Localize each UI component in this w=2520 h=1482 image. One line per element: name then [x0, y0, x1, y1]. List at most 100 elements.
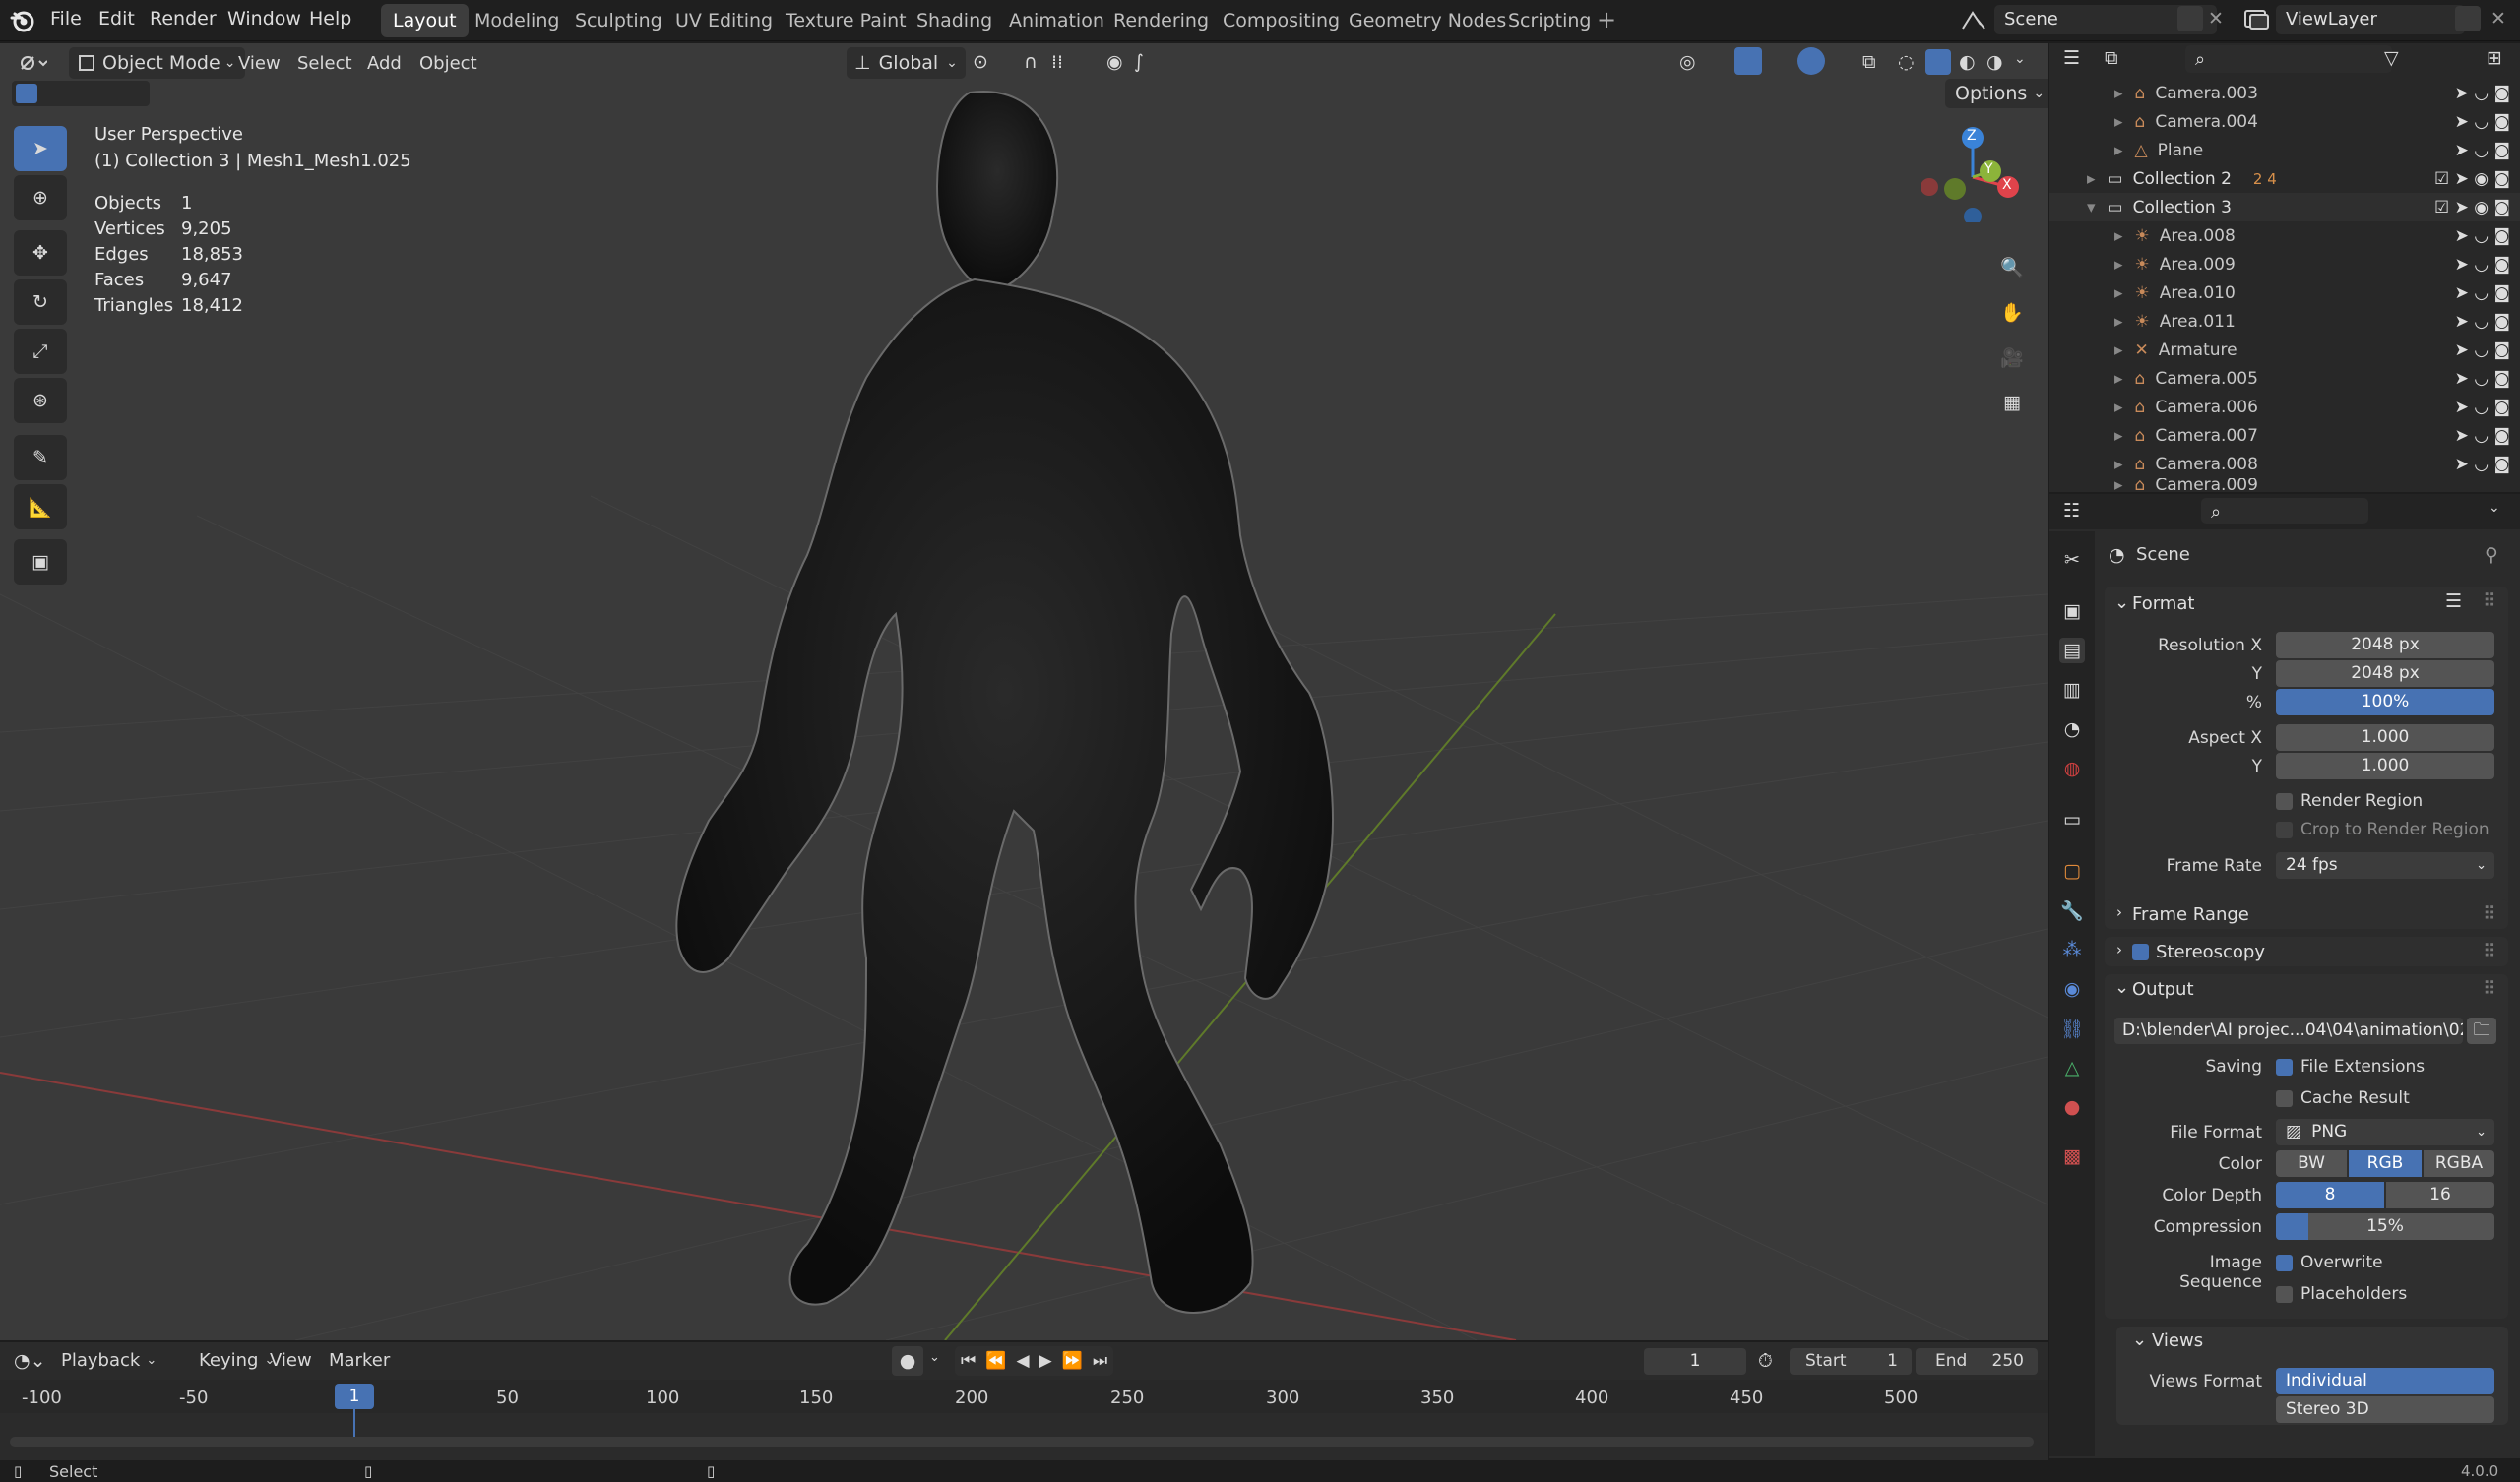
drag-handle-icon[interactable]: ⠿ [2483, 941, 2496, 962]
select-tool-button[interactable]: ➤ [14, 126, 67, 171]
resolution-x-field[interactable]: 2048 px [2276, 632, 2494, 658]
tab-scripting[interactable]: Scripting [1496, 4, 1604, 37]
tab-rendering[interactable]: Rendering [1102, 4, 1221, 37]
blender-logo-icon[interactable] [10, 8, 35, 38]
tab-uv-editing[interactable]: UV Editing [663, 4, 785, 37]
material-tab-icon[interactable]: ● [2059, 1094, 2085, 1120]
folder-icon[interactable]: 🗀 [2467, 1018, 2496, 1044]
overlays-toggle-icon[interactable] [1797, 47, 1825, 75]
stereoscopy-checkbox[interactable] [2132, 944, 2149, 960]
expand-arrow-icon[interactable]: ▸ [2114, 283, 2123, 303]
drag-handle-icon[interactable]: ⠿ [2483, 590, 2496, 612]
scale-tool-button[interactable]: ⤢ [14, 329, 67, 374]
tab-layout[interactable]: Layout [381, 4, 469, 37]
constraints-tab-icon[interactable]: ⛓ [2059, 1016, 2085, 1041]
visibility-toggles[interactable]: ☑ ➤ ◉ ◙ [2434, 198, 2510, 217]
outliner-row[interactable]: ▸ ▭ Collection 2 2 4 ☑ ➤ ◉ ◙ [2049, 164, 2520, 193]
play-reverse-icon[interactable]: ◀ [1016, 1351, 1029, 1371]
playhead[interactable]: 1 [335, 1384, 374, 1409]
menu-file[interactable]: File [50, 8, 82, 30]
play-icon[interactable]: ▶ [1040, 1351, 1052, 1371]
marker-menu[interactable]: Marker [329, 1350, 390, 1371]
output-path-input[interactable]: D:\blender\AI projec...04\04\animation\0… [2114, 1018, 2463, 1044]
outliner-row[interactable]: ▸ ⌂ Camera.007 ➤ ◡ ◙ [2049, 421, 2520, 450]
snap-icon[interactable]: ∩ [1024, 51, 1038, 73]
chevron-down-icon[interactable]: ⌄ [2114, 592, 2129, 613]
object-tab-icon[interactable]: ▢ [2059, 858, 2085, 884]
tab-sculpting[interactable]: Sculpting [563, 4, 674, 37]
options-dropdown[interactable]: Options ⌄ [1945, 79, 2048, 108]
physics-tab-icon[interactable]: ◉ [2059, 976, 2085, 1002]
tab-geometry-nodes[interactable]: Geometry Nodes [1337, 4, 1518, 37]
views-panel-header[interactable]: Views [2152, 1330, 2203, 1351]
aspect-y-field[interactable]: 1.000 [2276, 753, 2494, 779]
menu-window[interactable]: Window [227, 8, 301, 30]
chevron-right-icon[interactable]: › [2116, 903, 2122, 921]
particles-tab-icon[interactable]: ⁂ [2059, 937, 2085, 962]
end-frame-field[interactable]: End 250 [1916, 1348, 2038, 1375]
crop-region-checkbox[interactable]: Crop to Render Region [2276, 820, 2489, 839]
start-frame-field[interactable]: Start 1 [1790, 1348, 1912, 1375]
color-rgb-button[interactable]: RGB [2349, 1150, 2422, 1177]
outliner-row[interactable]: ▸ ☀ Area.008 ➤ ◡ ◙ [2049, 221, 2520, 250]
overwrite-checkbox[interactable]: Overwrite [2276, 1253, 2383, 1272]
tab-animation[interactable]: Animation [997, 4, 1116, 37]
data-tab-icon[interactable]: △ [2059, 1055, 2085, 1081]
filter-funnel-icon[interactable]: ▽ [2384, 47, 2399, 69]
outliner-row[interactable]: ▸ ✕ Armature ➤ ◡ ◙ [2049, 336, 2520, 364]
presets-list-icon[interactable]: ☰ [2445, 590, 2462, 612]
visibility-toggles[interactable]: ➤ ◡ ◙ [2455, 255, 2510, 275]
visibility-toggles[interactable]: ➤ ◡ ◙ [2455, 340, 2510, 360]
outliner-row[interactable]: ▸ ☀ Area.009 ➤ ◡ ◙ [2049, 250, 2520, 278]
shading-options-chevron-icon[interactable]: ⌄ [2014, 51, 2026, 67]
expand-arrow-icon[interactable]: ▸ [2114, 398, 2123, 417]
cursor-tool-button[interactable]: ⊕ [14, 175, 67, 220]
tab-compositing[interactable]: Compositing [1211, 4, 1352, 37]
keying-menu[interactable]: Keying ⌄ [199, 1350, 275, 1371]
tab-modeling[interactable]: Modeling [463, 4, 571, 37]
drag-handle-icon[interactable]: ⠿ [2483, 903, 2496, 925]
color-depth-16-button[interactable]: 16 [2386, 1182, 2494, 1208]
world-tab-icon[interactable]: ◍ [2059, 756, 2085, 781]
solid-shading-icon[interactable] [1925, 49, 1951, 75]
expand-arrow-icon[interactable]: ▸ [2114, 478, 2123, 492]
transform-orientation-dropdown[interactable]: ⊥ Global ⌄ [847, 47, 966, 79]
expand-arrow-icon[interactable]: ▸ [2114, 141, 2123, 160]
tab-shading[interactable]: Shading [905, 4, 1004, 37]
cache-result-checkbox[interactable]: Cache Result [2276, 1088, 2410, 1108]
mode-dropdown[interactable]: Object Mode ⌄ [69, 47, 246, 79]
collapse-arrow-icon[interactable]: ▾ [2087, 198, 2096, 217]
zoom-icon[interactable]: 🔍 [1993, 248, 2031, 285]
file-format-dropdown[interactable]: ▨ PNG ⌄ [2276, 1119, 2494, 1145]
outliner-editor-icon[interactable]: ☰ [2063, 47, 2080, 69]
placeholders-checkbox[interactable]: Placeholders [2276, 1284, 2407, 1304]
render-region-checkbox[interactable]: Render Region [2276, 791, 2423, 811]
next-keyframe-icon[interactable]: ⏩ [1062, 1351, 1083, 1371]
file-extensions-checkbox[interactable]: File Extensions [2276, 1057, 2425, 1077]
expand-arrow-icon[interactable]: ▸ [2114, 455, 2123, 474]
new-scene-icon[interactable] [2177, 6, 2203, 31]
output-tab-icon[interactable]: ▤ [2059, 638, 2085, 663]
add-cube-tool-button[interactable]: ▣ [14, 539, 67, 585]
modifier-tab-icon[interactable]: 🔧 [2059, 897, 2085, 923]
rotate-tool-button[interactable]: ↻ [14, 279, 67, 325]
selection-mode-buttons[interactable] [12, 81, 150, 106]
visibility-toggles[interactable]: ➤ ◡ ◙ [2455, 398, 2510, 417]
frame-rate-dropdown[interactable]: 24 fps ⌄ [2276, 852, 2494, 879]
pan-hand-icon[interactable]: ✋ [1993, 293, 2031, 331]
aspect-x-field[interactable]: 1.000 [2276, 724, 2494, 751]
current-frame-field[interactable]: 1 [1644, 1348, 1746, 1375]
measure-tool-button[interactable]: 📐 [14, 484, 67, 529]
menu-object[interactable]: Object [419, 53, 477, 74]
menu-help[interactable]: Help [309, 8, 351, 30]
outliner-row[interactable]: ▸ ⌂ Camera.004 ➤ ◡ ◙ [2049, 107, 2520, 136]
views-stereo-3d-button[interactable]: Stereo 3D [2276, 1396, 2494, 1423]
menu-render[interactable]: Render [150, 8, 217, 30]
material-shading-icon[interactable]: ◐ [1959, 51, 1976, 73]
visibility-icon[interactable]: ◎ [1679, 51, 1696, 73]
menu-add[interactable]: Add [367, 53, 402, 74]
tab-texture-paint[interactable]: Texture Paint [774, 4, 918, 37]
timeline-scrollbar[interactable] [10, 1437, 2034, 1447]
add-workspace-icon[interactable]: + [1597, 6, 1616, 33]
visibility-toggles[interactable]: ➤ ◡ ◙ [2455, 312, 2510, 332]
